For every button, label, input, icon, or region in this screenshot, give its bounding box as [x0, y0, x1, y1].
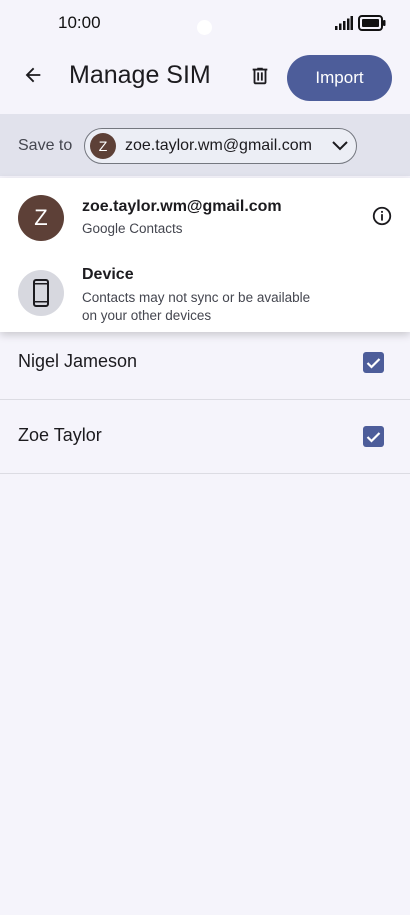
option-title: zoe.taylor.wm@gmail.com — [82, 198, 282, 215]
option-subtitle: Google Contacts — [82, 221, 183, 236]
save-to-bar: Save to Z zoe.taylor.wm@gmail.com — [0, 114, 410, 176]
status-time: 10:00 — [58, 13, 101, 32]
save-to-label: Save to — [18, 137, 73, 154]
contact-list: Nigel Jameson Zoe Taylor — [0, 326, 410, 474]
dropdown-option-google[interactable]: Z zoe.taylor.wm@gmail.com Google Contact… — [0, 178, 410, 256]
checkbox[interactable] — [363, 426, 384, 447]
status-bar: 10:00 — [0, 0, 410, 46]
selected-account: zoe.taylor.wm@gmail.com — [125, 137, 312, 154]
page-title: Manage SIM — [69, 61, 211, 89]
info-icon[interactable] — [371, 205, 393, 227]
arrow-left-icon — [22, 64, 44, 91]
checkbox[interactable] — [363, 352, 384, 373]
account-dropdown-menu: Z zoe.taylor.wm@gmail.com Google Contact… — [0, 178, 410, 332]
contact-name: Nigel Jameson — [18, 351, 138, 371]
option-title: Device — [82, 266, 134, 283]
chevron-down-icon — [331, 139, 349, 158]
option-subtitle-line2: on your other devices — [82, 308, 212, 323]
camera-cutout — [197, 20, 212, 35]
phone-icon — [18, 270, 64, 316]
option-subtitle-line1: Contacts may not sync or be available — [82, 290, 311, 305]
signal-icon — [335, 16, 353, 35]
list-item[interactable]: Zoe Taylor — [0, 400, 410, 474]
app-bar: Manage SIM Import — [0, 46, 410, 114]
checkmark-icon — [366, 431, 381, 443]
delete-button[interactable] — [244, 62, 276, 94]
list-item[interactable]: Nigel Jameson — [0, 326, 410, 400]
avatar: Z — [18, 195, 64, 241]
checkmark-icon — [366, 357, 381, 369]
back-button[interactable] — [16, 60, 50, 94]
account-select[interactable]: Z zoe.taylor.wm@gmail.com — [84, 128, 357, 164]
dropdown-option-device[interactable]: Device Contacts may not sync or be avail… — [0, 256, 410, 332]
import-button[interactable]: Import — [287, 55, 392, 101]
battery-icon — [358, 15, 386, 36]
contact-name: Zoe Taylor — [18, 425, 102, 445]
trash-icon — [249, 64, 271, 93]
avatar: Z — [90, 133, 116, 159]
